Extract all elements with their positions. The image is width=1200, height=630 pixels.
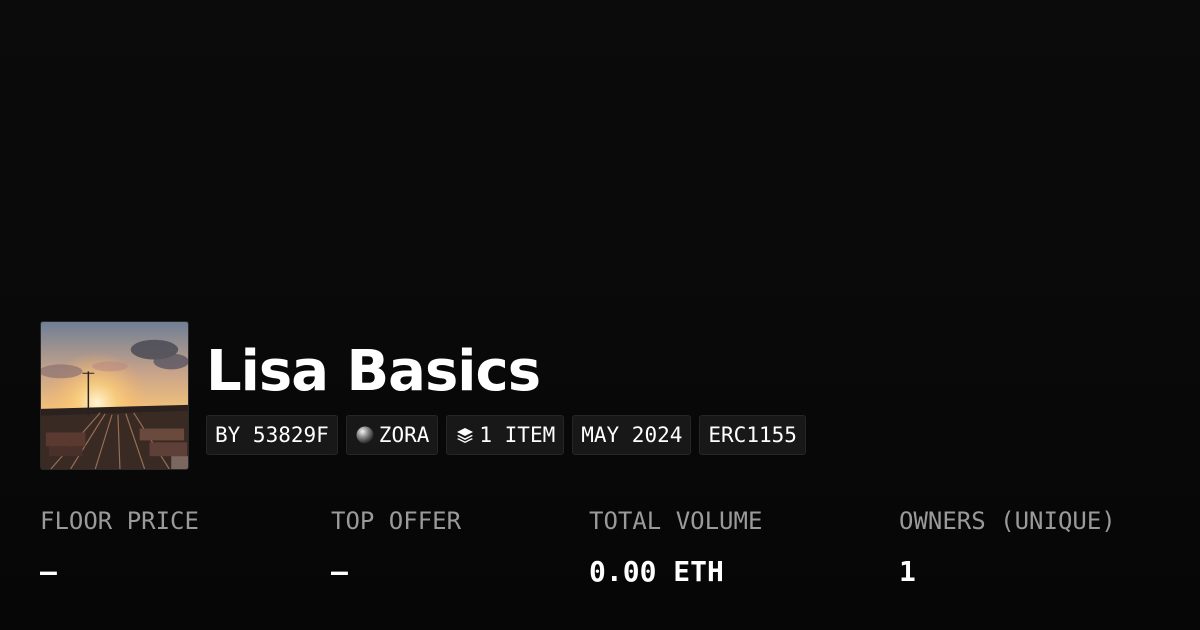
stat-value: — <box>40 555 57 588</box>
chain-badge[interactable]: ZORA <box>345 415 439 455</box>
stat-top-offer: TOP OFFER — <box>331 505 461 589</box>
collection-title: Lisa Basics <box>206 339 541 404</box>
creator-badge[interactable]: BY 53829F <box>206 415 338 455</box>
items-badge[interactable]: 1 ITEM <box>446 415 565 455</box>
layers-icon <box>455 425 475 445</box>
stat-owners: OWNERS (UNIQUE) 1 <box>899 505 1116 589</box>
stat-label: OWNERS (UNIQUE) <box>899 507 1116 535</box>
stat-floor-price: FLOOR PRICE — <box>40 505 199 589</box>
chain-label: ZORA <box>378 423 430 447</box>
date-badge: MAY 2024 <box>572 415 692 455</box>
standard-badge: ERC1155 <box>699 415 806 455</box>
collection-thumbnail <box>40 321 189 470</box>
stat-value: 1 <box>899 555 916 588</box>
items-label: 1 ITEM <box>479 423 556 447</box>
stat-label: TOTAL VOLUME <box>589 507 763 535</box>
stat-label: FLOOR PRICE <box>40 507 199 535</box>
zora-orb-icon <box>355 425 375 445</box>
collection-badges: BY 53829F ZORA 1 ITEM MAY 2024 ERC1155 <box>206 415 806 455</box>
standard-label: ERC1155 <box>708 423 797 447</box>
creator-label: BY 53829F <box>215 423 329 447</box>
date-label: MAY 2024 <box>581 423 683 447</box>
stat-value: — <box>331 555 348 588</box>
stat-label: TOP OFFER <box>331 507 462 535</box>
stat-total-volume: TOTAL VOLUME 0.00 ETH <box>589 505 762 589</box>
stat-value: 0.00 ETH <box>589 555 724 588</box>
